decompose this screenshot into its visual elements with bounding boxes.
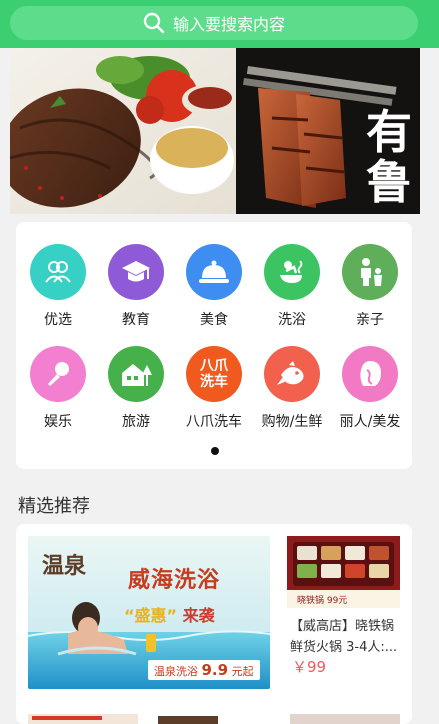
promo-subtitle-b: 来袭 bbox=[182, 606, 215, 625]
search-placeholder: 输入要搜索内容 bbox=[172, 15, 285, 34]
graduation-cap-icon bbox=[108, 244, 164, 300]
category-meishi[interactable]: 美食 bbox=[174, 244, 254, 329]
recommend-panel: 温泉 威海洗浴 “盛惠” 来袭 温泉洗浴 9.9 元起 晓铁锅 99元 【威高店 bbox=[16, 524, 412, 724]
category-page-indicator bbox=[211, 447, 219, 455]
promo-brand: 温泉 bbox=[42, 553, 87, 579]
section-title: 精选推荐 bbox=[18, 496, 90, 517]
promo-price-suffix: 元起 bbox=[231, 665, 254, 678]
people-icon bbox=[30, 244, 86, 300]
top-bar: 输入要搜索内容 bbox=[0, 0, 439, 48]
category-label: 教育 bbox=[122, 312, 150, 328]
house-tree-icon bbox=[108, 346, 164, 402]
category-yule[interactable]: 娱乐 bbox=[18, 346, 98, 431]
product-image[interactable]: 晓铁锅 99元 bbox=[287, 536, 400, 608]
search-icon bbox=[143, 12, 165, 34]
category-grid: 优选 教育 美食 洗浴 亲子 娱乐 旅游 八爪 洗车 八爪洗车 购物/生鲜 丽人… bbox=[16, 222, 412, 469]
product-image-caption: 晓铁锅 99元 bbox=[297, 594, 347, 606]
category-qinzi[interactable]: 亲子 bbox=[330, 244, 410, 329]
promo-banner[interactable]: 温泉 威海洗浴 “盛惠” 来袭 温泉洗浴 9.9 元起 bbox=[28, 536, 270, 689]
promo-title: 威海洗浴 bbox=[128, 568, 221, 593]
category-label: 亲子 bbox=[356, 312, 384, 328]
next-recommend-row[interactable] bbox=[28, 708, 400, 724]
promo-price-prefix: 温泉洗浴 bbox=[154, 665, 198, 678]
hotpot-image: 晓铁锅 99元 bbox=[287, 536, 400, 608]
category-jiaoyu[interactable]: 教育 bbox=[96, 244, 176, 329]
category-xiyu[interactable]: 洗浴 bbox=[252, 244, 332, 329]
category-label: 洗浴 bbox=[278, 312, 306, 328]
food-cloche-icon bbox=[186, 244, 242, 300]
category-lvyou[interactable]: 旅游 bbox=[96, 346, 176, 431]
promo-subtitle: “盛惠” 来袭 bbox=[124, 602, 215, 626]
promo-subtitle-a: “盛惠” bbox=[124, 606, 178, 625]
promo-price: 9.9 bbox=[201, 661, 229, 679]
promo-price-tag: 温泉洗浴 9.9 元起 bbox=[148, 660, 260, 680]
woman-profile-icon bbox=[342, 346, 398, 402]
category-label: 美食 bbox=[200, 312, 228, 328]
category-youxuan[interactable]: 优选 bbox=[18, 244, 98, 329]
search-bar[interactable]: 输入要搜索内容 bbox=[10, 6, 418, 40]
banner-carousel[interactable]: 有 鲁 bbox=[10, 48, 420, 214]
category-label: 旅游 bbox=[122, 414, 150, 430]
category-label: 优选 bbox=[44, 312, 72, 328]
category-label: 八爪洗车 bbox=[186, 414, 242, 430]
category-bazhua-xiche[interactable]: 八爪 洗车 八爪洗车 bbox=[174, 346, 254, 431]
fish-icon bbox=[264, 346, 320, 402]
next-row-preview bbox=[28, 712, 400, 724]
category-label: 购物/生鲜 bbox=[261, 414, 323, 430]
banner-image: 有 鲁 bbox=[10, 48, 420, 214]
product-price: ￥99 bbox=[292, 658, 327, 676]
product-title[interactable]: 【威高店】晓铁锅鲜货火锅 3-4人:... bbox=[290, 616, 402, 658]
car-wash-logo: 八爪 洗车 bbox=[186, 346, 242, 402]
category-label: 丽人/美发 bbox=[339, 414, 401, 430]
category-liren-meifa[interactable]: 丽人/美发 bbox=[330, 346, 410, 431]
parent-child-icon bbox=[342, 244, 398, 300]
microphone-icon bbox=[30, 346, 86, 402]
bath-icon bbox=[264, 244, 320, 300]
category-label: 娱乐 bbox=[44, 414, 72, 430]
svg-text:鲁: 鲁 bbox=[366, 155, 412, 209]
category-gouwu-shengxian[interactable]: 购物/生鲜 bbox=[252, 346, 332, 431]
banner-brand-text: 有 bbox=[366, 105, 412, 159]
